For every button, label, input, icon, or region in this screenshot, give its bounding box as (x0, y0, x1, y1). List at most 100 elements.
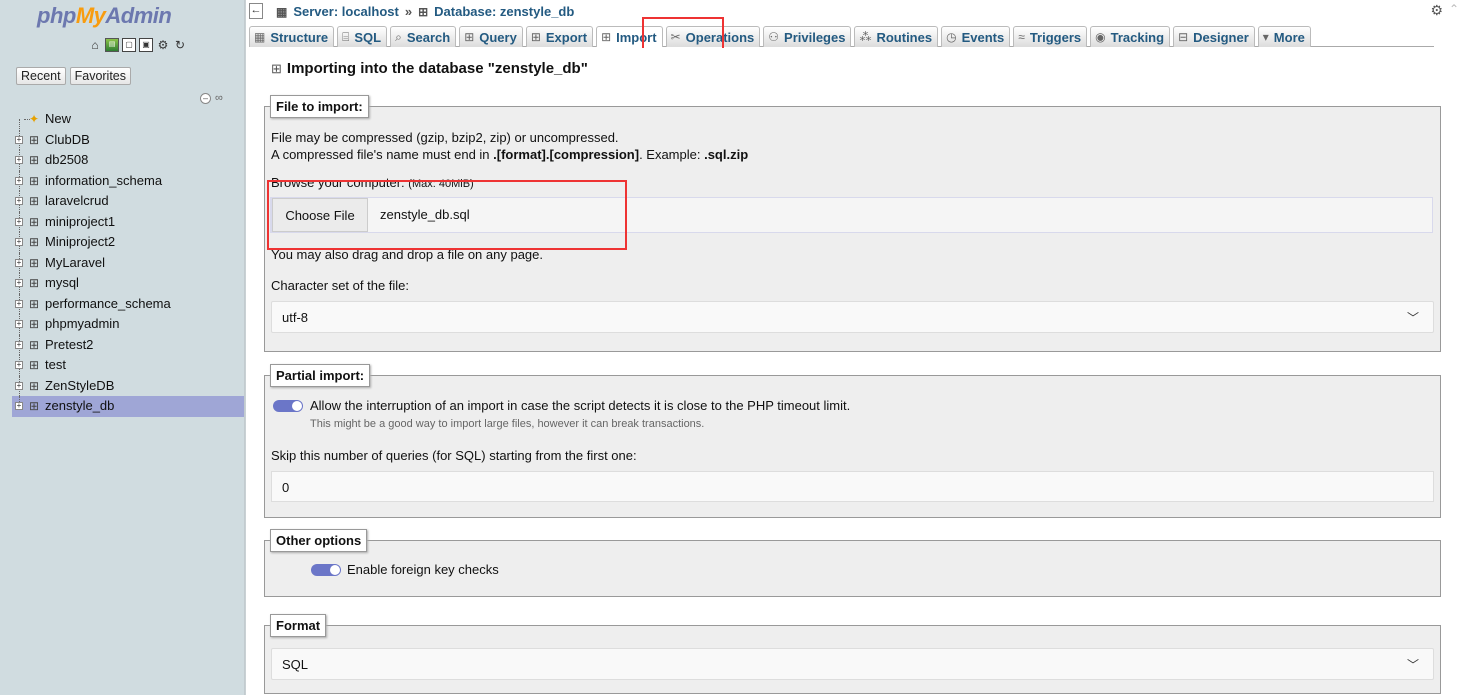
tab-structure[interactable]: ▦ Structure (249, 26, 335, 47)
home-icon[interactable]: ⌂ (88, 38, 102, 52)
skip-queries-input[interactable]: 0 (271, 471, 1434, 502)
tree-item-label[interactable]: Miniproject2 (45, 234, 115, 249)
tree-item-label[interactable]: test (45, 357, 66, 372)
tree-item-database[interactable]: + ⊞ information_schema (12, 170, 246, 191)
expand-icon[interactable]: + (15, 156, 23, 164)
tab-tracking[interactable]: ◉ Tracking (1090, 26, 1171, 47)
main-content: ⊞ Importing into the database "zenstyle_… (246, 48, 1463, 695)
format-select[interactable]: SQL ﹀ (271, 648, 1434, 680)
sql-query-icon[interactable]: ▢ (122, 38, 136, 52)
scroll-top-icon[interactable]: ⌃ (1449, 2, 1459, 16)
reload-icon[interactable]: ↻ (173, 38, 187, 52)
expand-icon[interactable]: + (15, 197, 23, 205)
logout-icon[interactable]: ▤ (105, 38, 119, 52)
allow-interrupt-toggle[interactable] (273, 400, 303, 412)
query-icon: ⊞ (464, 30, 475, 44)
console-icon[interactable]: ▣ (139, 38, 153, 52)
allow-interrupt-hint: This might be a good way to import large… (310, 418, 705, 430)
tree-item-label[interactable]: MyLaravel (45, 255, 105, 270)
link-with-main-icon[interactable]: ∞ (215, 93, 223, 104)
charset-select[interactable]: utf-8 ﹀ (271, 301, 1434, 333)
database-icon: ⊞ (29, 337, 40, 352)
tree-item-label[interactable]: zenstyle_db (45, 398, 114, 413)
tree-item-database[interactable]: + ⊞ Pretest2 (12, 334, 246, 355)
tree-item-label[interactable]: miniproject1 (45, 214, 115, 229)
tree-item-database[interactable]: + ⊞ test (12, 355, 246, 376)
expand-icon[interactable]: + (15, 340, 23, 349)
expand-icon[interactable]: + (15, 279, 23, 287)
foreign-key-toggle[interactable] (311, 564, 341, 576)
database-icon: ⊞ (29, 214, 40, 229)
tree-item-database[interactable]: + ⊞ Miniproject2 (12, 232, 246, 253)
tree-item-database[interactable]: + ⊞ zenstyle_db (12, 396, 246, 417)
phpmyadmin-logo[interactable]: phpMyAdmin (37, 3, 172, 29)
foreign-key-label: Enable foreign key checks (347, 562, 499, 577)
tree-item-database[interactable]: + ⊞ ZenStyleDB (12, 375, 246, 396)
tree-item-label[interactable]: ZenStyleDB (45, 378, 114, 393)
tree-item-database[interactable]: + ⊞ db2508 (12, 150, 246, 171)
tab-label: Triggers (1029, 29, 1082, 45)
tab-designer[interactable]: ⊟ Designer (1173, 26, 1255, 47)
tab-export[interactable]: ⊞ Export (525, 26, 594, 47)
tab-label: Tracking (1110, 29, 1165, 45)
tree-item-label[interactable]: db2508 (45, 152, 88, 167)
tree-controls: – ∞ (200, 93, 223, 104)
tree-item-label[interactable]: performance_schema (45, 296, 171, 311)
expand-icon[interactable]: + (15, 258, 23, 267)
database-icon: ⊞ (29, 317, 40, 331)
expand-icon[interactable]: + (15, 381, 23, 390)
tree-item-database[interactable]: + ⊞ mysql (12, 273, 246, 294)
tab-privileges[interactable]: ⚇ Privileges (763, 26, 852, 47)
recent-tab[interactable]: Recent (16, 67, 66, 85)
breadcrumb-server[interactable]: Server: localhost (293, 4, 399, 19)
page-settings-icon[interactable]: ⚙ (1430, 2, 1443, 19)
tab-events[interactable]: ◷ Events (941, 26, 1011, 47)
import-icon: ⊞ (601, 30, 612, 44)
tab-sql[interactable]: ⌸ SQL (337, 26, 388, 47)
expand-icon[interactable]: + (15, 402, 23, 410)
tree-item-label[interactable]: laravelcrud (45, 193, 109, 208)
tab-triggers[interactable]: ≈ Triggers (1013, 26, 1088, 47)
format-legend: Format (270, 614, 327, 637)
expand-icon[interactable]: + (15, 299, 23, 308)
expand-icon[interactable]: + (15, 320, 23, 328)
tab-label: Export (545, 29, 588, 45)
tree-item-database[interactable]: + ⊞ ClubDB (12, 129, 246, 150)
server-icon: ▦ (276, 4, 288, 19)
expand-icon[interactable]: + (15, 176, 23, 185)
database-icon: ⊞ (29, 255, 40, 270)
tree-item-database[interactable]: + ⊞ MyLaravel (12, 252, 246, 273)
expand-icon[interactable]: + (15, 135, 23, 144)
collapse-all-icon[interactable]: – (200, 93, 211, 104)
tree-item-database[interactable]: + ⊞ performance_schema (12, 293, 246, 314)
tree-item-label[interactable]: mysql (45, 275, 79, 290)
tree-item-label[interactable]: information_schema (45, 173, 162, 188)
tree-item-label[interactable]: phpmyadmin (45, 316, 119, 331)
tracking-icon: ◉ (1095, 30, 1106, 44)
tree-item-database[interactable]: + ⊞ phpmyadmin (12, 314, 246, 335)
tab-label: Routines (876, 29, 933, 45)
tab-routines[interactable]: ⁂ Routines (854, 26, 939, 47)
tab-search[interactable]: ⌕ Search (390, 26, 457, 47)
compression-info: File may be compressed (gzip, bzip2, zip… (271, 130, 619, 145)
database-tree: ✦ New + ⊞ ClubDB + ⊞ db2508 + ⊞ information_schem… (12, 109, 246, 417)
settings-icon[interactable]: ⚙ (156, 38, 170, 52)
tab-more[interactable]: ▾ More (1257, 26, 1311, 47)
tree-item-database[interactable]: + ⊞ miniproject1 (12, 211, 246, 232)
favorites-tab[interactable]: Favorites (69, 67, 132, 85)
collapse-sidebar-icon[interactable]: ← (249, 3, 263, 19)
expand-icon[interactable]: + (15, 217, 23, 226)
tree-item-database[interactable]: + ⊞ laravelcrud (12, 191, 246, 212)
expand-icon[interactable]: + (15, 361, 23, 369)
file-to-import-legend: File to import: (270, 95, 369, 118)
quick-icons-bar: ⌂ ▤ ▢ ▣ ⚙ ↻ (88, 38, 187, 52)
expand-icon[interactable]: + (15, 238, 23, 246)
breadcrumb-database[interactable]: Database: zenstyle_db (434, 4, 574, 19)
tab-query[interactable]: ⊞ Query (459, 26, 523, 47)
tree-item-label[interactable]: Pretest2 (45, 337, 93, 352)
tree-item-new[interactable]: ✦ New (12, 109, 246, 130)
tree-item-label[interactable]: ClubDB (45, 132, 90, 147)
database-icon: ⊞ (29, 296, 40, 311)
top-navigation: ← ▦ Server: localhost » ⊞ Database: zens… (246, 0, 1463, 48)
database-icon: ⊞ (29, 358, 40, 372)
